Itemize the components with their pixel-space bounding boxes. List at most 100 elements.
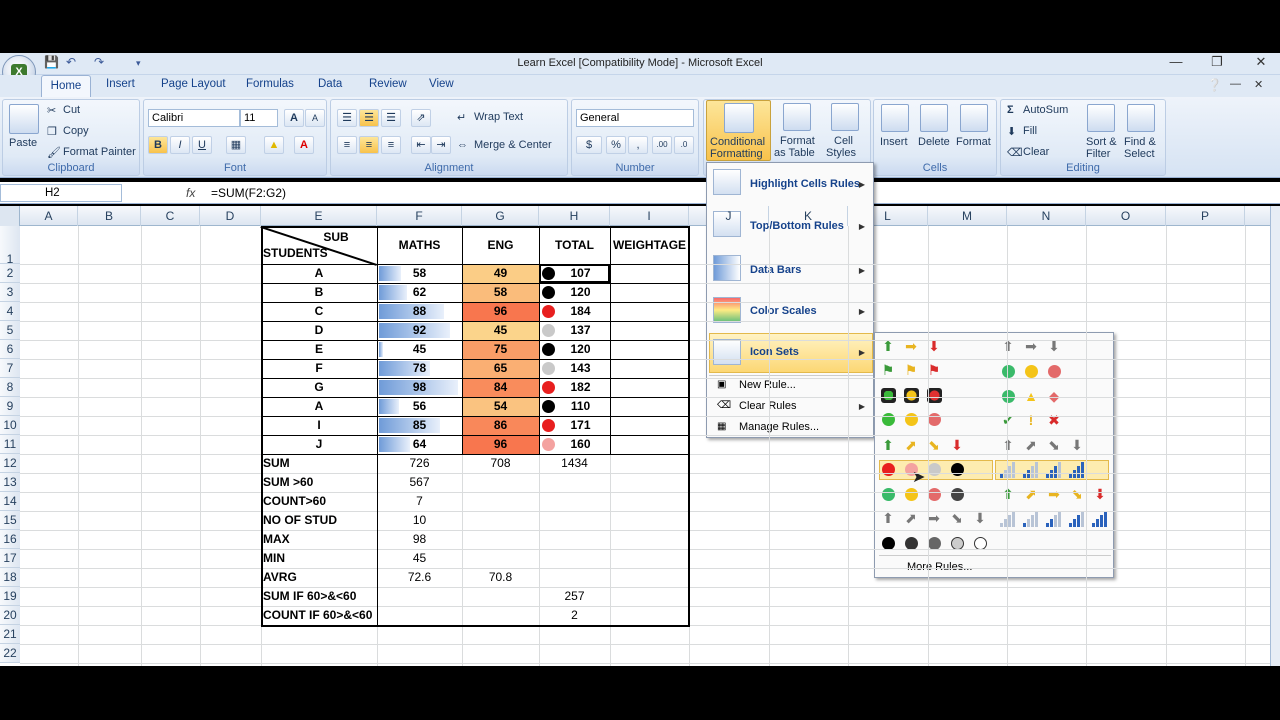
- column-header-o[interactable]: O: [1086, 206, 1166, 226]
- column-header-d[interactable]: D: [200, 206, 261, 226]
- summary-maths[interactable]: 7: [377, 492, 462, 511]
- yellow-up-right-arrow-icon[interactable]: ⬈: [902, 437, 920, 453]
- summary-label[interactable]: SUM >60: [263, 473, 379, 492]
- insert-cells-button[interactable]: Insert: [880, 136, 908, 148]
- header-total[interactable]: TOTAL: [539, 236, 610, 255]
- copy-button[interactable]: Copy: [63, 125, 89, 137]
- maths-score[interactable]: 78: [377, 359, 462, 378]
- red-diamond-icon[interactable]: ◆: [1045, 388, 1063, 404]
- clear-button[interactable]: Clear: [1023, 146, 1049, 158]
- decrease-indent-button[interactable]: ⇤: [411, 136, 431, 154]
- student-name[interactable]: B: [261, 283, 377, 302]
- traffic-light-red-icon[interactable]: [927, 388, 942, 403]
- signal-bars-3-icon[interactable]: [1046, 462, 1064, 478]
- total-score[interactable]: 110: [551, 397, 610, 416]
- red-x-icon[interactable]: ✖: [1045, 412, 1063, 428]
- yellow-exclamation-icon[interactable]: !: [1022, 412, 1040, 428]
- row-header-6[interactable]: 6: [0, 340, 20, 359]
- cut-button[interactable]: Cut: [63, 104, 80, 116]
- help-icon[interactable]: ❔: [1207, 78, 1222, 92]
- student-name[interactable]: G: [261, 378, 377, 397]
- percent-button[interactable]: %: [606, 136, 626, 154]
- signal-bars-2-icon[interactable]: [1023, 462, 1041, 478]
- row-header-13[interactable]: 13: [0, 473, 20, 492]
- total-score[interactable]: 137: [551, 321, 610, 340]
- total-score[interactable]: 160: [551, 435, 610, 454]
- borders-button[interactable]: ▦: [226, 136, 246, 154]
- column-header-f[interactable]: F: [377, 206, 462, 226]
- row-header-2[interactable]: 2: [0, 264, 20, 283]
- student-name[interactable]: D: [261, 321, 377, 340]
- paste-button[interactable]: Paste: [9, 137, 37, 149]
- format-painter-button[interactable]: Format Painter: [63, 146, 136, 158]
- summary-maths[interactable]: 72.6: [377, 568, 462, 587]
- check-circle-icon[interactable]: [882, 413, 895, 426]
- summary-maths[interactable]: 567: [377, 473, 462, 492]
- eng-score[interactable]: 96: [462, 435, 539, 454]
- redo-icon[interactable]: ↷: [94, 55, 104, 69]
- comma-button[interactable]: ,: [628, 136, 648, 154]
- column-header-c[interactable]: C: [141, 206, 200, 226]
- red-circle-icon[interactable]: [882, 463, 895, 476]
- menu-item-clear-rules[interactable]: Clear Rules: [739, 400, 796, 412]
- green-check-icon[interactable]: ✔: [999, 412, 1017, 428]
- undo-icon[interactable]: ↶: [66, 55, 76, 69]
- column-header-m[interactable]: M: [928, 206, 1007, 226]
- yellow-triangle-icon[interactable]: ▲: [1022, 388, 1040, 404]
- summary-label[interactable]: NO OF STUD: [263, 511, 379, 530]
- summary-maths[interactable]: 98: [377, 530, 462, 549]
- menu-item-highlight-cells[interactable]: Highlight Cells Rules: [750, 178, 860, 190]
- font-color-button[interactable]: A: [294, 136, 314, 154]
- green-flag-icon[interactable]: ⚑: [879, 362, 897, 378]
- yellow-circle-icon[interactable]: [905, 488, 918, 501]
- summary-label[interactable]: COUNT>60: [263, 492, 379, 511]
- align-center-button[interactable]: ≡: [359, 136, 379, 154]
- row-header-22[interactable]: 22: [0, 644, 20, 663]
- student-name[interactable]: J: [261, 435, 377, 454]
- maths-score[interactable]: 64: [377, 435, 462, 454]
- yellow-circle-icon[interactable]: [1025, 365, 1038, 378]
- header-weightage[interactable]: WEIGHTAGE: [610, 236, 689, 255]
- summary-label[interactable]: SUM IF 60>&<60: [263, 587, 379, 606]
- workbook-close-icon[interactable]: ✕: [1254, 78, 1263, 91]
- maths-score[interactable]: 85: [377, 416, 462, 435]
- maths-score[interactable]: 88: [377, 302, 462, 321]
- yellow-flag-icon[interactable]: ⚑: [902, 362, 920, 378]
- column-header-h[interactable]: H: [539, 206, 610, 226]
- menu-item-new-rule[interactable]: New Rule...: [739, 379, 796, 391]
- menu-item-manage-rules[interactable]: Manage Rules...: [739, 421, 819, 433]
- summary-maths[interactable]: 726: [377, 454, 462, 473]
- sort-filter-button[interactable]: Sort &: [1086, 136, 1117, 148]
- find-select-button[interactable]: Find &: [1124, 136, 1156, 148]
- row-header-7[interactable]: 7: [0, 359, 20, 378]
- traffic-light-yellow-icon[interactable]: [904, 388, 919, 403]
- row-header-19[interactable]: 19: [0, 587, 20, 606]
- row-header-17[interactable]: 17: [0, 549, 20, 568]
- summary-maths[interactable]: 45: [377, 549, 462, 568]
- font-size-select[interactable]: 11: [240, 109, 278, 127]
- row-header-9[interactable]: 9: [0, 397, 20, 416]
- close-button[interactable]: ✕: [1247, 54, 1275, 72]
- tab-insert[interactable]: Insert: [106, 78, 135, 90]
- underline-button[interactable]: U: [192, 136, 212, 154]
- gray-up-arrow-icon[interactable]: ⬆: [999, 437, 1017, 453]
- gray-up-right-arrow-icon[interactable]: ⬈: [902, 510, 920, 526]
- italic-button[interactable]: I: [170, 136, 190, 154]
- row-header-21[interactable]: 21: [0, 625, 20, 644]
- signal-bars-0-icon[interactable]: [1000, 511, 1018, 527]
- total-score[interactable]: 182: [551, 378, 610, 397]
- align-top-button[interactable]: ☰: [337, 109, 357, 127]
- column-header-n[interactable]: N: [1007, 206, 1086, 226]
- gray-up-right-arrow-icon[interactable]: ⬈: [1022, 437, 1040, 453]
- grow-font-button[interactable]: A: [284, 109, 304, 127]
- tab-home[interactable]: Home: [41, 75, 91, 97]
- maths-score[interactable]: 56: [377, 397, 462, 416]
- decrease-decimal-button[interactable]: .0: [674, 136, 694, 154]
- delete-cells-button[interactable]: Delete: [918, 136, 950, 148]
- align-right-button[interactable]: ≡: [381, 136, 401, 154]
- green-circle-icon[interactable]: [1002, 365, 1015, 378]
- eng-score[interactable]: 84: [462, 378, 539, 397]
- tab-data[interactable]: Data: [318, 78, 342, 90]
- column-header-e[interactable]: E: [261, 206, 377, 226]
- column-header-g[interactable]: G: [462, 206, 539, 226]
